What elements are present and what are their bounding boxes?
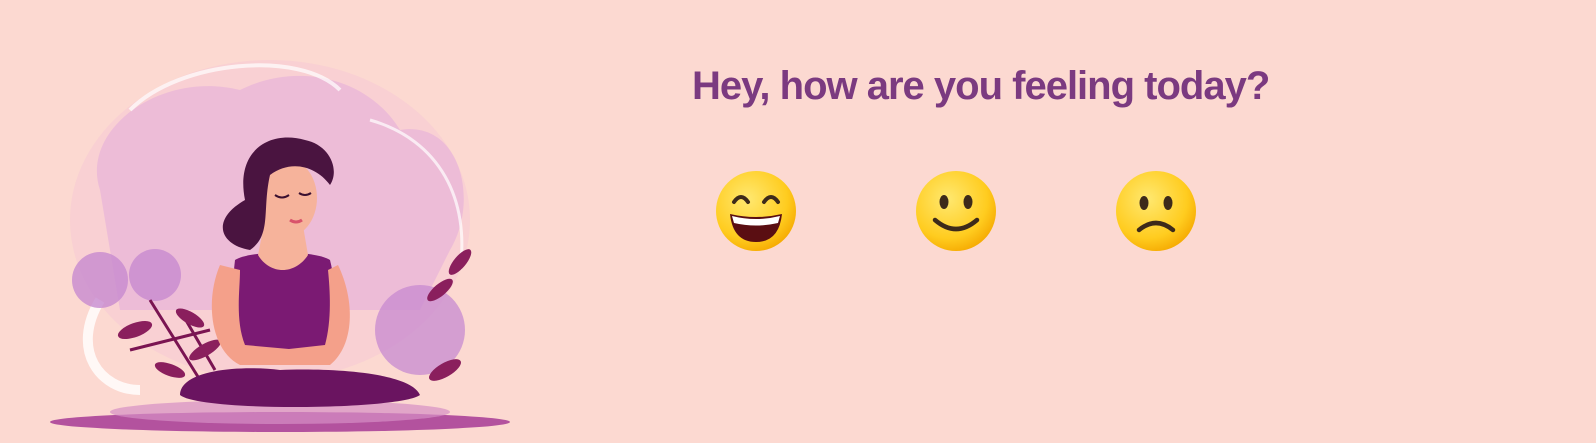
laughing-face-icon <box>716 171 796 251</box>
smiling-face-icon <box>916 171 996 251</box>
mood-question-heading: Hey, how are you feeling today? <box>692 64 1270 108</box>
frowning-face-icon <box>1116 171 1196 251</box>
mood-button-great[interactable] <box>715 170 797 252</box>
meditation-illustration <box>40 50 520 443</box>
mood-button-not-good[interactable] <box>1115 170 1197 252</box>
mood-button-good[interactable] <box>915 170 997 252</box>
page: Hey, how are you feeling today? <box>0 0 1596 443</box>
mood-options <box>715 170 1215 254</box>
meditating-woman-illustration <box>50 60 510 432</box>
